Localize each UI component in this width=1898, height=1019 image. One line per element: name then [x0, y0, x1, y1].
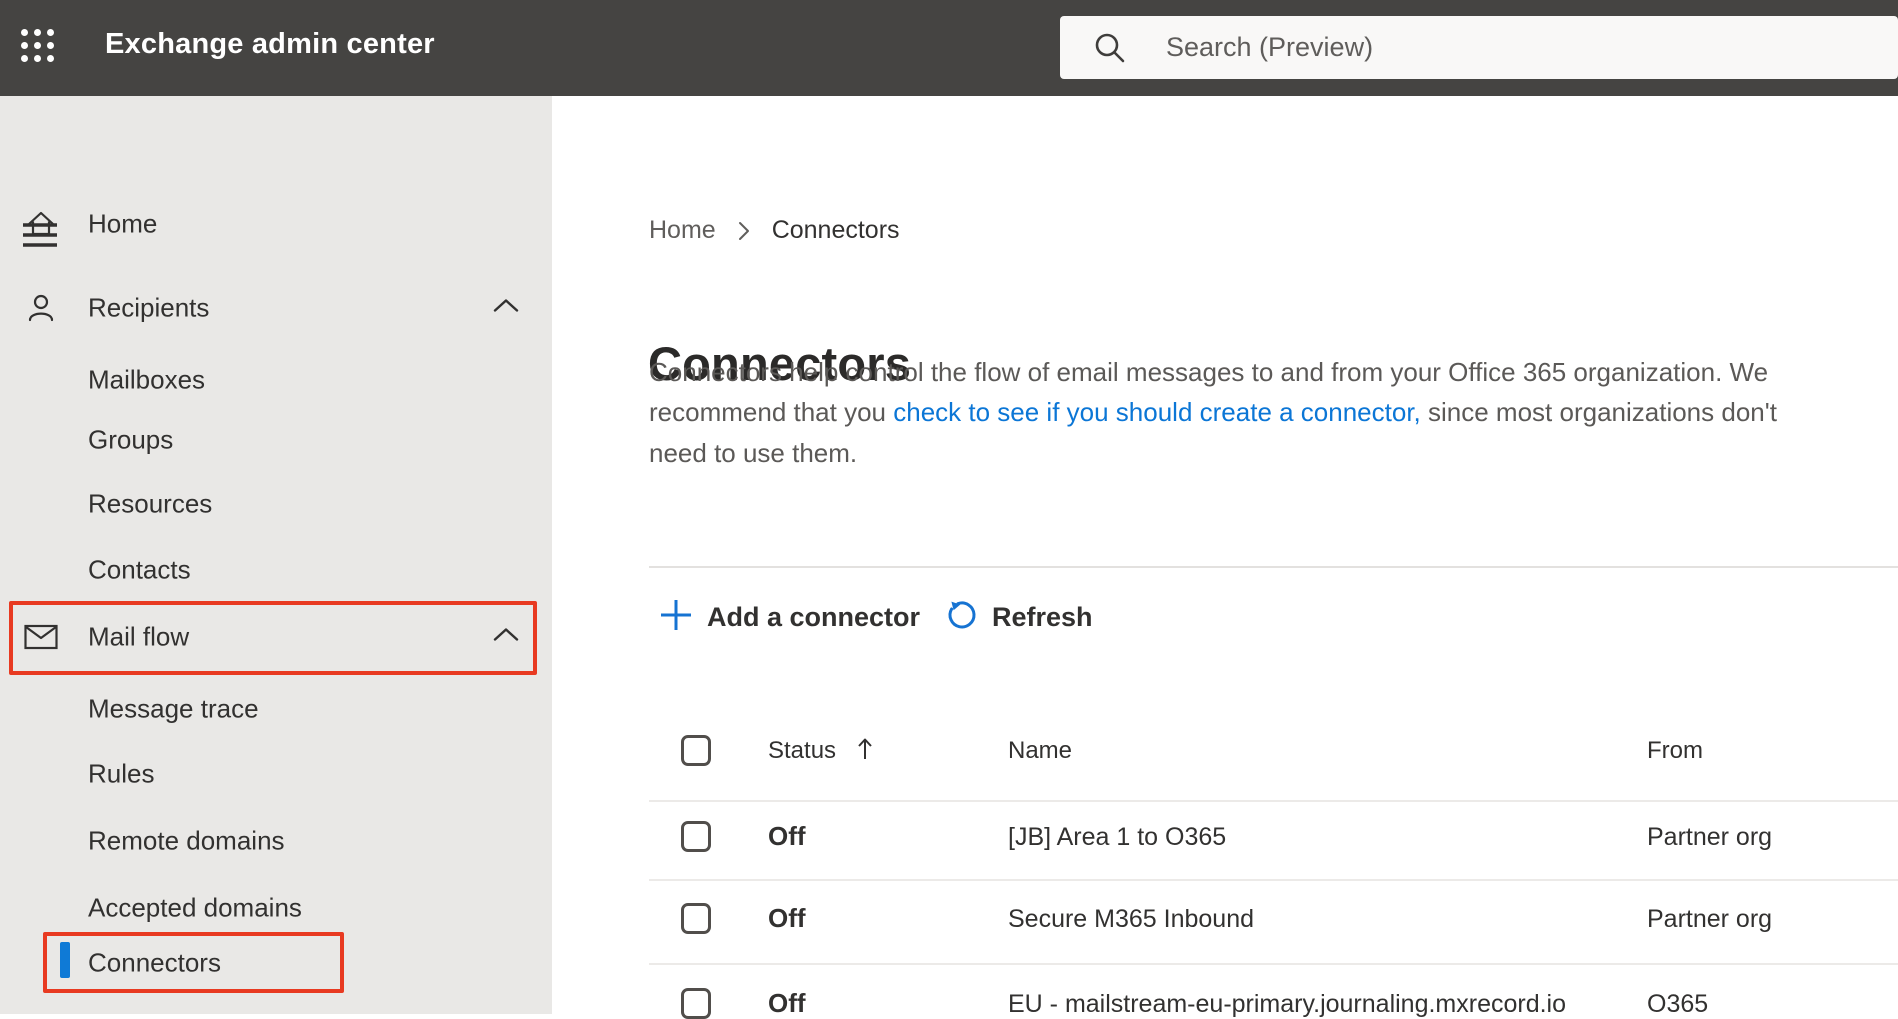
sidebar-item-label: Recipients — [88, 292, 210, 323]
create-connector-check-link[interactable]: check to see if you should create a conn… — [893, 397, 1421, 427]
sidebar-item-contacts[interactable]: Contacts — [0, 542, 552, 598]
sidebar-item-resources[interactable]: Resources — [0, 476, 552, 532]
row-checkbox[interactable] — [681, 988, 711, 1019]
description-line2: recommend that you check to see if you s… — [649, 392, 1777, 432]
row-from: O365 — [1647, 990, 1709, 1018]
breadcrumb-home-link[interactable]: Home — [649, 216, 716, 245]
sidebar-item-accepted-domains[interactable]: Accepted domains — [0, 880, 552, 936]
sidebar-item-remote-domains[interactable]: Remote domains — [0, 813, 552, 869]
sidebar-item-label: Mailboxes — [88, 364, 206, 395]
add-connector-label: Add a connector — [707, 601, 921, 632]
breadcrumb-current: Connectors — [771, 215, 900, 244]
table-divider — [649, 800, 1898, 802]
search-icon — [1092, 30, 1128, 71]
sidebar: Home Recipients Mailboxes Groups Resourc… — [0, 96, 552, 1014]
column-header-status[interactable]: Status — [768, 737, 873, 765]
refresh-icon — [946, 599, 978, 636]
topbar: Exchange admin center — [0, 0, 1898, 96]
row-status: Off — [768, 821, 806, 851]
sidebar-item-recipients[interactable]: Recipients — [0, 280, 552, 336]
sidebar-item-label: Home — [88, 208, 158, 239]
row-status: Off — [768, 903, 806, 933]
row-status: Off — [768, 988, 806, 1018]
row-from: Partner org — [1647, 823, 1773, 851]
row-checkbox[interactable] — [681, 821, 711, 852]
app-title: Exchange admin center — [105, 28, 435, 60]
breadcrumb: Home Connectors — [649, 214, 900, 246]
sidebar-item-rules[interactable]: Rules — [0, 746, 552, 802]
sidebar-item-label: Message trace — [88, 693, 259, 724]
row-checkbox[interactable] — [681, 903, 711, 934]
description-line2-post: since most organizations don't — [1420, 397, 1777, 427]
sidebar-item-label: Remote domains — [88, 825, 285, 856]
sidebar-item-home[interactable]: Home — [0, 196, 552, 252]
description-line3: need to use them. — [649, 438, 858, 468]
plus-icon — [659, 598, 693, 637]
select-all-checkbox[interactable] — [681, 735, 711, 766]
breadcrumb-chevron-icon — [738, 221, 750, 241]
sidebar-item-label: Rules — [88, 758, 155, 789]
column-header-name[interactable]: Name — [1008, 737, 1072, 765]
main-content: Home Connectors Connectors Connectors he… — [552, 96, 1898, 1019]
person-icon — [24, 292, 58, 324]
description-line2-pre: recommend that you — [649, 397, 894, 427]
sidebar-item-groups[interactable]: Groups — [0, 412, 552, 468]
sidebar-item-message-trace[interactable]: Message trace — [0, 681, 552, 737]
annotation-rect-mail-flow — [9, 601, 537, 675]
row-name[interactable]: EU - mailstream-eu-primary.journaling.mx… — [1008, 990, 1566, 1019]
row-name[interactable]: Secure M365 Inbound — [1008, 905, 1254, 934]
search-input[interactable] — [1060, 16, 1898, 79]
sidebar-item-label: Resources — [88, 488, 213, 519]
chevron-up-icon — [492, 298, 520, 319]
description-line1: Connectors help control the flow of emai… — [649, 357, 1769, 387]
add-connector-button[interactable]: Add a connector — [659, 598, 920, 636]
refresh-button[interactable]: Refresh — [946, 598, 1093, 636]
sidebar-item-label: Accepted domains — [88, 892, 302, 923]
annotation-rect-connectors — [43, 932, 344, 993]
sidebar-item-label: Contacts — [88, 554, 191, 585]
table-divider — [649, 963, 1898, 965]
table-divider — [649, 879, 1898, 881]
sidebar-item-mailboxes[interactable]: Mailboxes — [0, 352, 552, 408]
home-icon — [24, 208, 58, 240]
row-name[interactable]: [JB] Area 1 to O365 — [1008, 823, 1226, 852]
app-launcher-waffle-icon[interactable] — [21, 29, 56, 64]
row-from: Partner org — [1647, 905, 1773, 933]
sidebar-item-label: Groups — [88, 424, 174, 455]
sort-ascending-icon — [857, 737, 873, 764]
refresh-label: Refresh — [992, 601, 1093, 632]
column-header-from[interactable]: From — [1647, 737, 1703, 765]
toolbar-top-divider — [649, 566, 1898, 568]
